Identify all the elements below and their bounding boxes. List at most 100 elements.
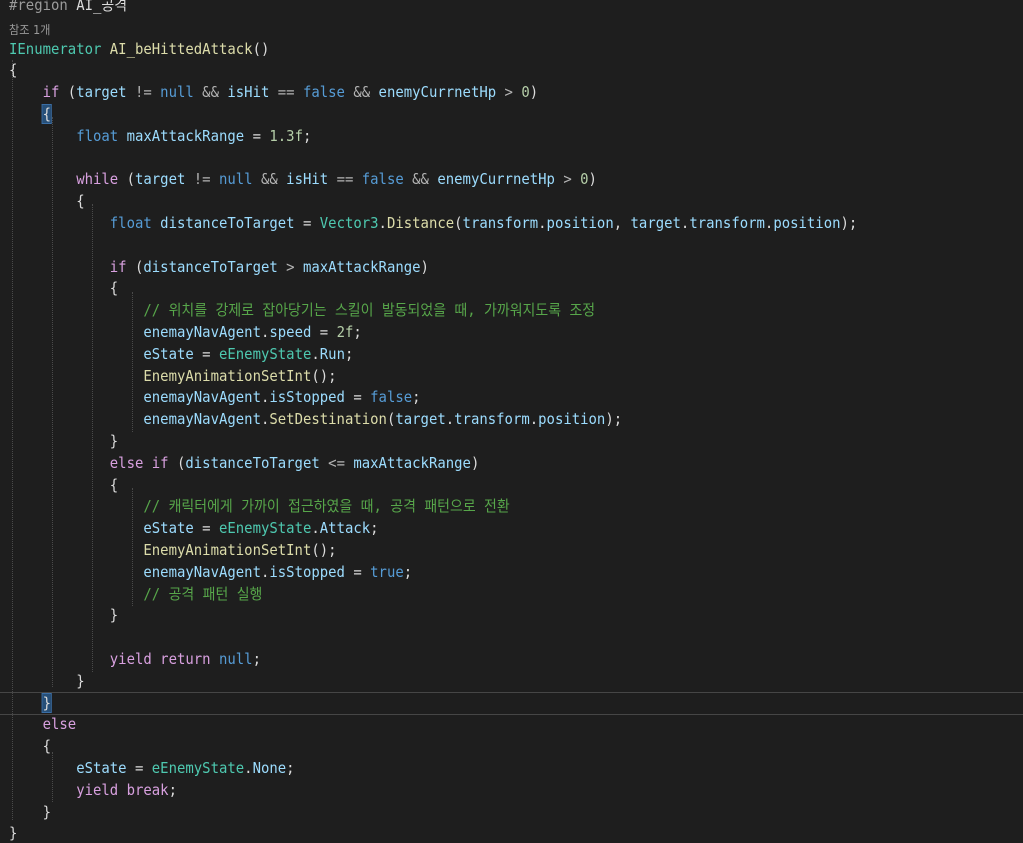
code-line[interactable]: eState = eEnemyState.Run;: [9, 344, 353, 364]
code-line[interactable]: enemayNavAgent.speed = 2f;: [9, 322, 361, 342]
plain-token: ,: [613, 214, 631, 232]
code-line[interactable]: float distanceToTarget = Vector3. Distanc…: [9, 213, 858, 233]
codelens-reference-count: 참조 1개: [9, 22, 51, 37]
plain-token: (: [454, 214, 463, 232]
function-token: EnemyAnimationSetInt: [143, 541, 312, 559]
code-line[interactable]: float maxAttackRange = 1.3f;: [9, 126, 311, 146]
code-line[interactable]: while (target != null && isHit == false …: [9, 169, 597, 189]
identifier-token: position: [546, 214, 614, 232]
operator-token: !=: [134, 83, 152, 102]
code-line[interactable]: {: [9, 104, 52, 124]
comment-token: // 캐릭터에게 가까이 접근하였을 때, 공격 패턴으로 전환: [143, 497, 510, 516]
code-line[interactable]: }: [9, 802, 51, 822]
code-line[interactable]: else: [9, 714, 77, 734]
code-line[interactable]: {: [9, 475, 118, 495]
plain-token: .: [680, 214, 690, 232]
operator-token: >: [563, 170, 572, 189]
plain-token: ();: [311, 541, 337, 559]
code-line[interactable]: {: [9, 60, 17, 80]
identifier-token: isHit: [227, 83, 270, 102]
code-line[interactable]: }: [9, 823, 17, 843]
identifier-token: enemayNavAgent: [143, 388, 261, 407]
code-line[interactable]: {: [9, 191, 84, 211]
plain-token: .: [764, 214, 774, 232]
plain-token: .: [260, 388, 270, 407]
code-line[interactable]: }: [9, 605, 118, 625]
identifier-token: target: [76, 83, 127, 102]
plain-token: (): [252, 39, 270, 58]
identifier-token: maxAttackRange: [126, 126, 245, 145]
plain-token: =: [344, 562, 371, 581]
plain-token: }: [9, 606, 119, 625]
code-line[interactable]: if (distanceToTarget > maxAttackRange): [9, 257, 429, 277]
code-line[interactable]: #region AI_공격: [9, 0, 127, 15]
keyword-token: null: [218, 650, 253, 668]
plain-token: =: [294, 214, 320, 232]
code-line[interactable]: {: [9, 278, 118, 298]
code-line[interactable]: // 공격 패턴 실행: [9, 584, 262, 604]
code-line[interactable]: enemayNavAgent.isStopped = true;: [9, 562, 412, 582]
code-line[interactable]: if (target != null && isHit == false && …: [9, 82, 539, 102]
plain-token: ;: [344, 344, 354, 363]
identifier-token: maxAttackRange: [302, 257, 421, 276]
code-line[interactable]: }: [9, 671, 84, 691]
plain-token: .: [529, 410, 539, 429]
plain-token: {: [9, 279, 119, 298]
keyword-token: float: [109, 214, 152, 232]
plain-token: ;: [412, 388, 421, 407]
codelens-line[interactable]: 참조 1개: [9, 19, 50, 39]
code-line[interactable]: eState = eEnemyState.None;: [9, 758, 294, 778]
matched-brace: {: [41, 104, 52, 124]
code-line[interactable]: }: [9, 431, 118, 451]
code-line[interactable]: EnemyAnimationSetInt();: [9, 540, 337, 560]
control-keyword-token: if: [42, 83, 60, 102]
identifier-token: transform: [462, 214, 539, 232]
code-editor[interactable]: #region AI_공격참조 1개 IEnumerator AI_beHitte…: [0, 0, 1023, 842]
identifier-token: transform: [454, 410, 530, 429]
code-line[interactable]: yield return null;: [9, 649, 261, 669]
plain-token: (: [168, 453, 186, 472]
identifier-token: target: [630, 214, 681, 232]
identifier-token: transform: [689, 214, 765, 232]
plain-token: ): [529, 83, 539, 102]
code-line[interactable]: {: [9, 736, 51, 756]
plain-token: {: [9, 737, 51, 756]
code-line[interactable]: eState = eEnemyState.Attack;: [9, 518, 378, 538]
identifier-token: eState: [143, 344, 194, 363]
plain-token: {: [9, 475, 119, 494]
operator-token: >: [286, 257, 295, 276]
comment-token: // 위치를 강제로 잡아당기는 스킬이 발동되었을 때, 가까워지도록 조정: [143, 301, 596, 320]
code-line[interactable]: yield break;: [9, 780, 177, 800]
code-line[interactable]: }: [9, 692, 52, 713]
identifier-token: target: [395, 410, 446, 429]
code-line[interactable]: else if (distanceToTarget <= maxAttackRa…: [9, 453, 480, 473]
keyword-token: null: [218, 170, 253, 189]
code-line[interactable]: IEnumerator AI_beHittedAttack(): [9, 39, 269, 59]
code-line[interactable]: // 위치를 강제로 잡아당기는 스킬이 발동되었을 때, 가까워지도록 조정: [9, 300, 595, 320]
plain-token: =: [344, 388, 371, 407]
operator-token: &&: [353, 83, 371, 102]
code-line[interactable]: enemayNavAgent.isStopped = false;: [9, 387, 421, 407]
plain-token: =: [193, 519, 219, 538]
code-line[interactable]: // 캐릭터에게 가까이 접근하였을 때, 공격 패턴으로 전환: [9, 496, 510, 516]
code-line[interactable]: EnemyAnimationSetInt();: [9, 366, 336, 386]
code-line[interactable]: enemayNavAgent.SetDestination(target.tra…: [9, 409, 622, 429]
